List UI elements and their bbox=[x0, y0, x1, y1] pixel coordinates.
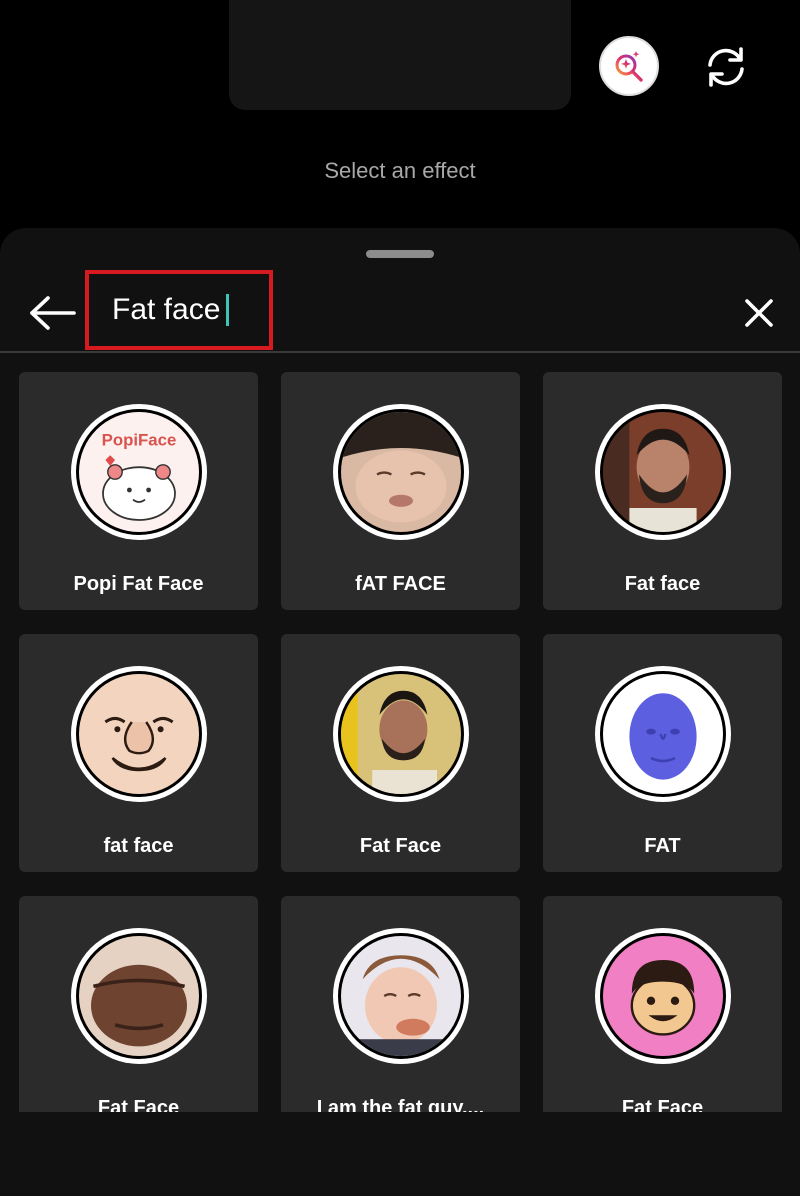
effect-tile[interactable]: Fat Face bbox=[281, 634, 520, 872]
effect-tile[interactable]: FAT bbox=[543, 634, 782, 872]
effect-thumbnail bbox=[70, 928, 207, 1064]
blue-3d-face-icon bbox=[602, 674, 723, 794]
cartoon-boy-pink-icon bbox=[602, 936, 723, 1056]
search-input-value: Fat face bbox=[112, 293, 221, 326]
effect-tile[interactable]: fAT FACE bbox=[281, 372, 520, 610]
effect-tile[interactable]: Fat Face bbox=[543, 896, 782, 1112]
effect-name: Fat Face bbox=[621, 1097, 704, 1112]
effect-thumbnail bbox=[70, 666, 207, 802]
back-button[interactable] bbox=[22, 288, 82, 338]
close-icon bbox=[745, 299, 773, 327]
effect-thumbnail bbox=[594, 404, 731, 540]
search-divider bbox=[0, 351, 800, 353]
svg-text:PopiFace: PopiFace bbox=[101, 431, 176, 450]
distorted-face-photo bbox=[78, 936, 199, 1056]
effect-tile[interactable]: PopiFace Popi Fat Face bbox=[19, 372, 258, 610]
flip-camera-icon bbox=[708, 47, 744, 87]
effect-thumbnail bbox=[594, 928, 731, 1064]
popi-cartoon-bear-icon: PopiFace bbox=[78, 412, 199, 532]
camera-controls bbox=[229, 0, 744, 110]
effect-name: Fat face bbox=[624, 573, 701, 595]
effect-tile[interactable]: Fat Face bbox=[19, 896, 258, 1112]
puffy-cheek-photo bbox=[340, 936, 461, 1056]
effect-thumbnail bbox=[332, 928, 469, 1064]
effects-grid: PopiFace Popi Fat Face fAT FACE Fat face… bbox=[19, 372, 783, 1112]
search-input[interactable]: Fat face bbox=[85, 270, 273, 350]
effect-thumbnail bbox=[332, 666, 469, 802]
sheet-drag-handle[interactable] bbox=[366, 250, 434, 258]
effect-tile[interactable]: fat face bbox=[19, 634, 258, 872]
clear-search-button[interactable] bbox=[734, 288, 784, 338]
effect-name: I am the fat guy.... bbox=[316, 1097, 485, 1112]
select-effect-prompt: Select an effect bbox=[324, 158, 476, 183]
arrow-left-icon bbox=[30, 296, 76, 330]
man-photo bbox=[340, 674, 461, 794]
effect-tile[interactable]: I am the fat guy.... bbox=[281, 896, 520, 1112]
effect-thumbnail bbox=[332, 404, 469, 540]
effect-thumbnail bbox=[594, 666, 731, 802]
effects-search-sheet: Fat face PopiFace Popi Fat Face fAT FACE… bbox=[0, 228, 800, 1196]
search-bar: Fat face bbox=[0, 268, 800, 352]
effect-name: fAT FACE bbox=[355, 573, 446, 595]
text-caret bbox=[226, 294, 230, 326]
search-effects-button[interactable] bbox=[599, 36, 659, 96]
effect-tile[interactable]: Fat face bbox=[543, 372, 782, 610]
effect-name: Fat Face bbox=[97, 1097, 180, 1112]
effect-name: fat face bbox=[103, 835, 174, 857]
effect-name: FAT bbox=[644, 835, 681, 857]
effect-thumbnail: PopiFace bbox=[70, 404, 207, 540]
squished-face-photo bbox=[340, 412, 461, 532]
effect-name: Fat Face bbox=[359, 835, 442, 857]
bearded-man-photo bbox=[602, 412, 723, 532]
cartoon-face-icon bbox=[78, 674, 199, 794]
search-sparkle-icon bbox=[615, 51, 643, 82]
flip-camera-button[interactable] bbox=[699, 40, 753, 94]
effect-name: Popi Fat Face bbox=[73, 573, 204, 595]
